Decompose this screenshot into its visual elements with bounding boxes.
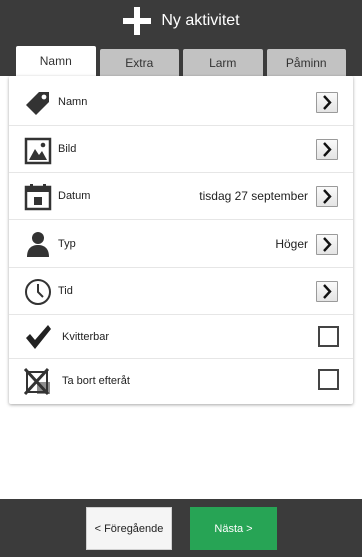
tag-icon	[26, 92, 49, 115]
kvitterbar-checkbox[interactable]	[318, 326, 339, 347]
row-value: tisdag 27 september	[199, 189, 308, 203]
chevron-right-icon[interactable]	[316, 234, 338, 255]
row-label: Tid	[58, 285, 73, 297]
row-label: Datum	[58, 190, 91, 202]
image-icon	[24, 137, 52, 165]
row-tid[interactable]: Tid	[9, 268, 353, 315]
tab-larm[interactable]: Larm	[183, 49, 263, 76]
chevron-right-icon[interactable]	[316, 186, 338, 207]
page-title: Ny aktivitet	[161, 12, 240, 29]
tab-namn[interactable]: Namn	[16, 46, 96, 76]
row-label: Typ	[58, 237, 76, 250]
row-value: Höger	[275, 236, 308, 251]
row-datum[interactable]: Datum tisdag 27 september	[9, 173, 353, 220]
tab-bar: Namn Extra Larm Påminn	[16, 46, 346, 76]
person-icon	[27, 232, 49, 257]
row-namn[interactable]: Namn	[9, 78, 353, 126]
row-label: Bild	[58, 143, 77, 155]
clock-icon	[25, 279, 51, 305]
settings-card: Namn Bild Datum tisdag 27 september Typ …	[9, 76, 353, 404]
previous-button[interactable]: < Föregående	[86, 507, 172, 550]
row-label: Ta bort efteråt	[62, 375, 130, 387]
app-header: Ny aktivitet Namn Extra Larm Påminn	[0, 0, 362, 76]
ta-bort-efterat-checkbox[interactable]	[318, 369, 339, 390]
chevron-right-icon[interactable]	[316, 139, 338, 160]
chevron-right-icon[interactable]	[316, 92, 338, 113]
next-button[interactable]: Nästa >	[190, 507, 277, 550]
footer-bar: < Föregående Nästa >	[0, 499, 362, 557]
chevron-right-icon[interactable]	[316, 281, 338, 302]
delete-box-icon	[24, 367, 50, 395]
row-label: Kvitterbar	[62, 330, 110, 343]
row-kvitterbar[interactable]: Kvitterbar	[9, 315, 353, 359]
calendar-icon	[24, 184, 52, 211]
row-typ[interactable]: Typ Höger	[9, 220, 353, 268]
tab-extra[interactable]: Extra	[99, 49, 179, 76]
row-bild[interactable]: Bild	[9, 126, 353, 173]
row-ta-bort-efterat[interactable]: Ta bort efteråt	[9, 359, 353, 403]
row-label: Namn	[58, 95, 88, 108]
checkmark-icon	[26, 325, 51, 349]
plus-icon	[123, 7, 152, 35]
title-row: Ny aktivitet	[0, 6, 362, 36]
tab-paminn[interactable]: Påminn	[266, 49, 346, 76]
